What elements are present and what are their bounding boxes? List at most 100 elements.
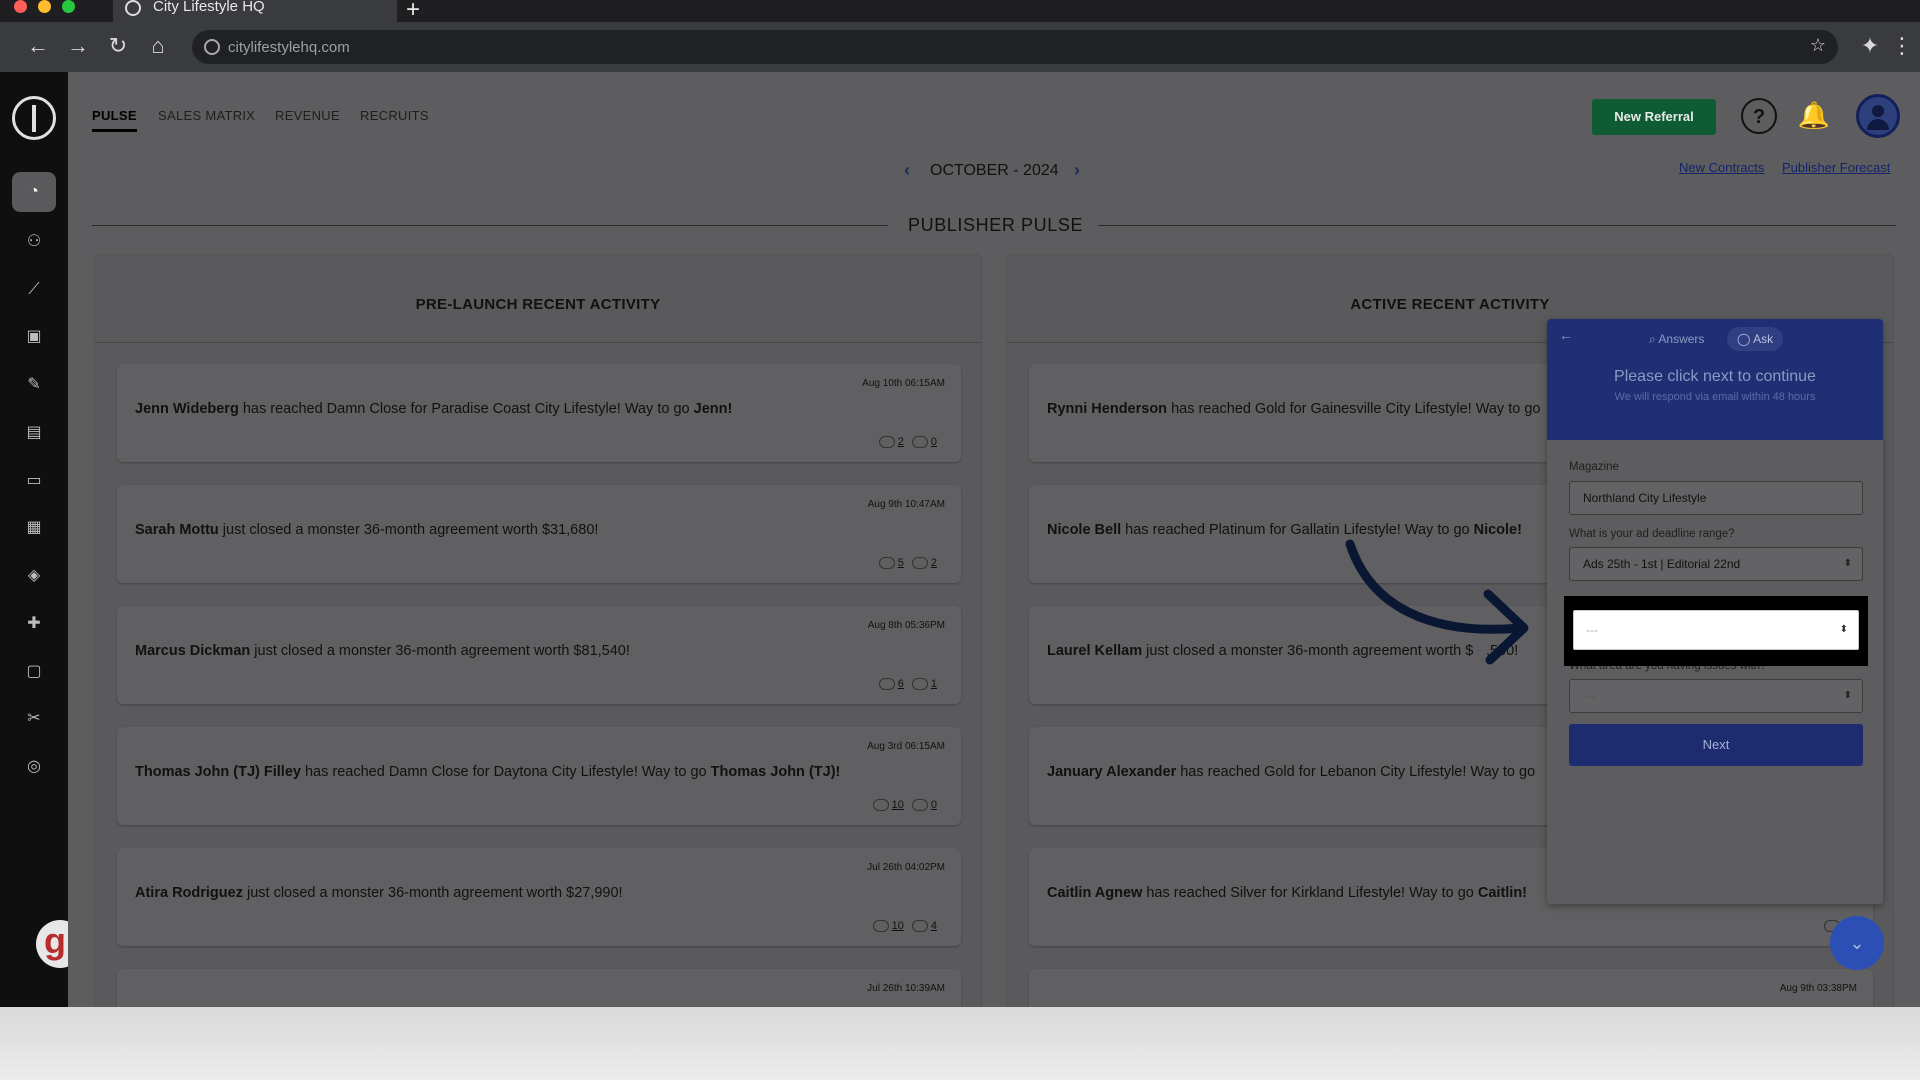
like-icon: [878, 557, 895, 570]
person-name: Nicole Bell: [1047, 522, 1122, 538]
new-contracts-link[interactable]: New Contracts: [1679, 160, 1764, 175]
plugins-nav-icon[interactable]: ✚: [12, 604, 56, 644]
pulse-nav-icon[interactable]: ◔: [12, 172, 56, 212]
training-nav-icon[interactable]: ◈: [12, 556, 56, 596]
activity-time: Jul 26th 04:02PM: [867, 862, 945, 873]
widget-tab-ask[interactable]: ◯ Ask: [1727, 327, 1784, 351]
widget-tab-ask-label: Ask: [1753, 332, 1774, 346]
activity-suffix: Jenn!: [693, 401, 733, 417]
person-name: Marcus Dickman: [135, 643, 251, 659]
publisher-forecast-link[interactable]: Publisher Forecast: [1782, 160, 1890, 175]
new-referral-button[interactable]: New Referral: [1592, 99, 1716, 135]
like-count[interactable]: 10: [892, 920, 904, 932]
app-logo[interactable]: [12, 96, 56, 140]
divider-left: [92, 225, 888, 226]
bookmark-star-icon[interactable]: ☆: [1810, 35, 1826, 56]
activity-card: Aug 10th 06:15AM Jenn Wideberg has reach…: [117, 364, 961, 462]
like-count[interactable]: 6: [898, 678, 904, 690]
browser-tab[interactable]: City Lifestyle HQ: [113, 0, 397, 22]
comment-count[interactable]: 1: [931, 678, 937, 690]
like-icon: [878, 678, 895, 691]
image-nav-icon[interactable]: ▣: [12, 317, 56, 357]
next-button[interactable]: Next: [1569, 724, 1863, 766]
activity-message: has reached Damn Close for Daytona City …: [300, 764, 711, 780]
address-bar[interactable]: citylifestylehq.com ☆: [192, 30, 1838, 64]
tab-sales-matrix[interactable]: SALES MATRIX: [158, 108, 255, 123]
tab-pulse[interactable]: PULSE: [92, 108, 137, 132]
team-nav-icon[interactable]: ⚇: [12, 222, 56, 262]
extensions-icon[interactable]: ✦: [1854, 30, 1886, 62]
highlighted-select[interactable]: --- ⬍: [1573, 610, 1859, 650]
browser-menu-icon[interactable]: ⋮: [1886, 30, 1918, 62]
activity-message: just closed a monster 36-month agreement…: [218, 522, 599, 538]
magazine-label: Magazine: [1569, 461, 1619, 473]
comment-icon: [911, 436, 928, 449]
comment-count[interactable]: 0: [931, 799, 937, 811]
site-info-icon[interactable]: [204, 39, 220, 55]
activity-counts: 10 4: [872, 920, 945, 933]
issue-area-select[interactable]: --- ⬍: [1569, 679, 1863, 713]
tools-nav-icon[interactable]: ✂: [12, 699, 56, 739]
highlighted-select-value: ---: [1586, 623, 1598, 637]
like-count[interactable]: 2: [898, 436, 904, 448]
divider-right: [1098, 225, 1896, 226]
support-nav-icon[interactable]: ◎: [12, 747, 56, 787]
activity-card: Jul 26th 04:02PM Atira Rodriguez just cl…: [117, 848, 961, 946]
next-month-icon[interactable]: ›: [1074, 160, 1080, 181]
forward-icon[interactable]: →: [62, 30, 94, 62]
activity-message: just closed a monster 36-month agreement…: [250, 643, 630, 659]
new-tab-button[interactable]: +: [406, 0, 420, 24]
bell-icon[interactable]: 🔔: [1796, 98, 1832, 134]
zoom-window-button[interactable]: [62, 0, 75, 13]
like-count[interactable]: 10: [892, 799, 904, 811]
widget-back-icon[interactable]: ←: [1559, 327, 1573, 343]
contacts-nav-icon[interactable]: ▢: [12, 652, 56, 692]
widget-tab-answers[interactable]: ⌕ Answers: [1639, 327, 1714, 351]
minimize-window-button[interactable]: [38, 0, 51, 13]
back-icon[interactable]: ←: [22, 30, 54, 62]
widget-subtitle: We will respond via email within 48 hour…: [1614, 391, 1816, 403]
person-name: Atira Rodriguez: [135, 885, 243, 901]
widget-tab-answers-label: Answers: [1658, 332, 1705, 346]
month-label: OCTOBER - 2024: [930, 162, 1059, 179]
edit-nav-icon[interactable]: ✎: [12, 365, 56, 405]
comment-count[interactable]: 0: [931, 436, 937, 448]
close-window-button[interactable]: [14, 0, 27, 13]
user-avatar[interactable]: [1856, 94, 1900, 138]
tab-revenue[interactable]: REVENUE: [275, 108, 340, 123]
person-name: Laurel Kellam: [1047, 643, 1143, 659]
grid-nav-icon[interactable]: ▦: [12, 508, 56, 548]
activity-text: Thomas John (TJ) Filley has reached Damn…: [135, 764, 955, 780]
analytics-nav-icon[interactable]: ⟋: [12, 270, 56, 310]
comment-icon: [911, 920, 928, 933]
activity-counts: 52: [878, 557, 945, 570]
help-icon[interactable]: ?: [1741, 98, 1777, 134]
previous-month-icon[interactable]: ‹: [904, 160, 910, 181]
home-icon[interactable]: ⌂: [142, 30, 174, 62]
activity-message: has reached Silver for Kirkland Lifestyl…: [1142, 885, 1478, 901]
magazine-field[interactable]: Northland City Lifestyle: [1569, 481, 1863, 515]
reload-icon[interactable]: ↻: [102, 30, 134, 62]
activity-counts: 20: [878, 436, 945, 449]
widget-header: ← ⌕ Answers ◯ Ask Please click next to c…: [1547, 319, 1883, 440]
chevron-down-icon[interactable]: ⌄: [1830, 916, 1884, 970]
desktop-nav-icon[interactable]: ▭: [12, 461, 56, 501]
deadline-select[interactable]: Ads 25th - 1st | Editorial 22nd ⬍: [1569, 547, 1863, 581]
activity-message: has reached Damn Close for Paradise Coas…: [238, 401, 694, 417]
comment-count[interactable]: 4: [931, 920, 937, 932]
comment-icon: [911, 799, 928, 812]
person-name: Rynni Henderson: [1047, 401, 1168, 417]
comment-count[interactable]: 2: [931, 557, 937, 569]
url-text: citylifestylehq.com: [228, 39, 350, 56]
activity-text: Sarah Mottu just closed a monster 36-mon…: [135, 522, 955, 538]
person-name: Thomas John (TJ) Filley: [135, 764, 301, 780]
news-nav-icon[interactable]: ▤: [12, 413, 56, 453]
activity-card: Aug 9th 10:47AM Sarah Mottu just closed …: [117, 485, 961, 583]
comment-icon: [911, 678, 928, 691]
activity-text: Marcus Dickman just closed a monster 36-…: [135, 643, 955, 659]
prelaunch-title: PRE-LAUNCH RECENT ACTIVITY: [95, 255, 981, 343]
prelaunch-panel: PRE-LAUNCH RECENT ACTIVITY Aug 10th 06:1…: [94, 254, 982, 1007]
like-count[interactable]: 5: [898, 557, 904, 569]
tab-recruits[interactable]: RECRUITS: [360, 108, 429, 123]
person-name: Jenn Wideberg: [135, 401, 239, 417]
